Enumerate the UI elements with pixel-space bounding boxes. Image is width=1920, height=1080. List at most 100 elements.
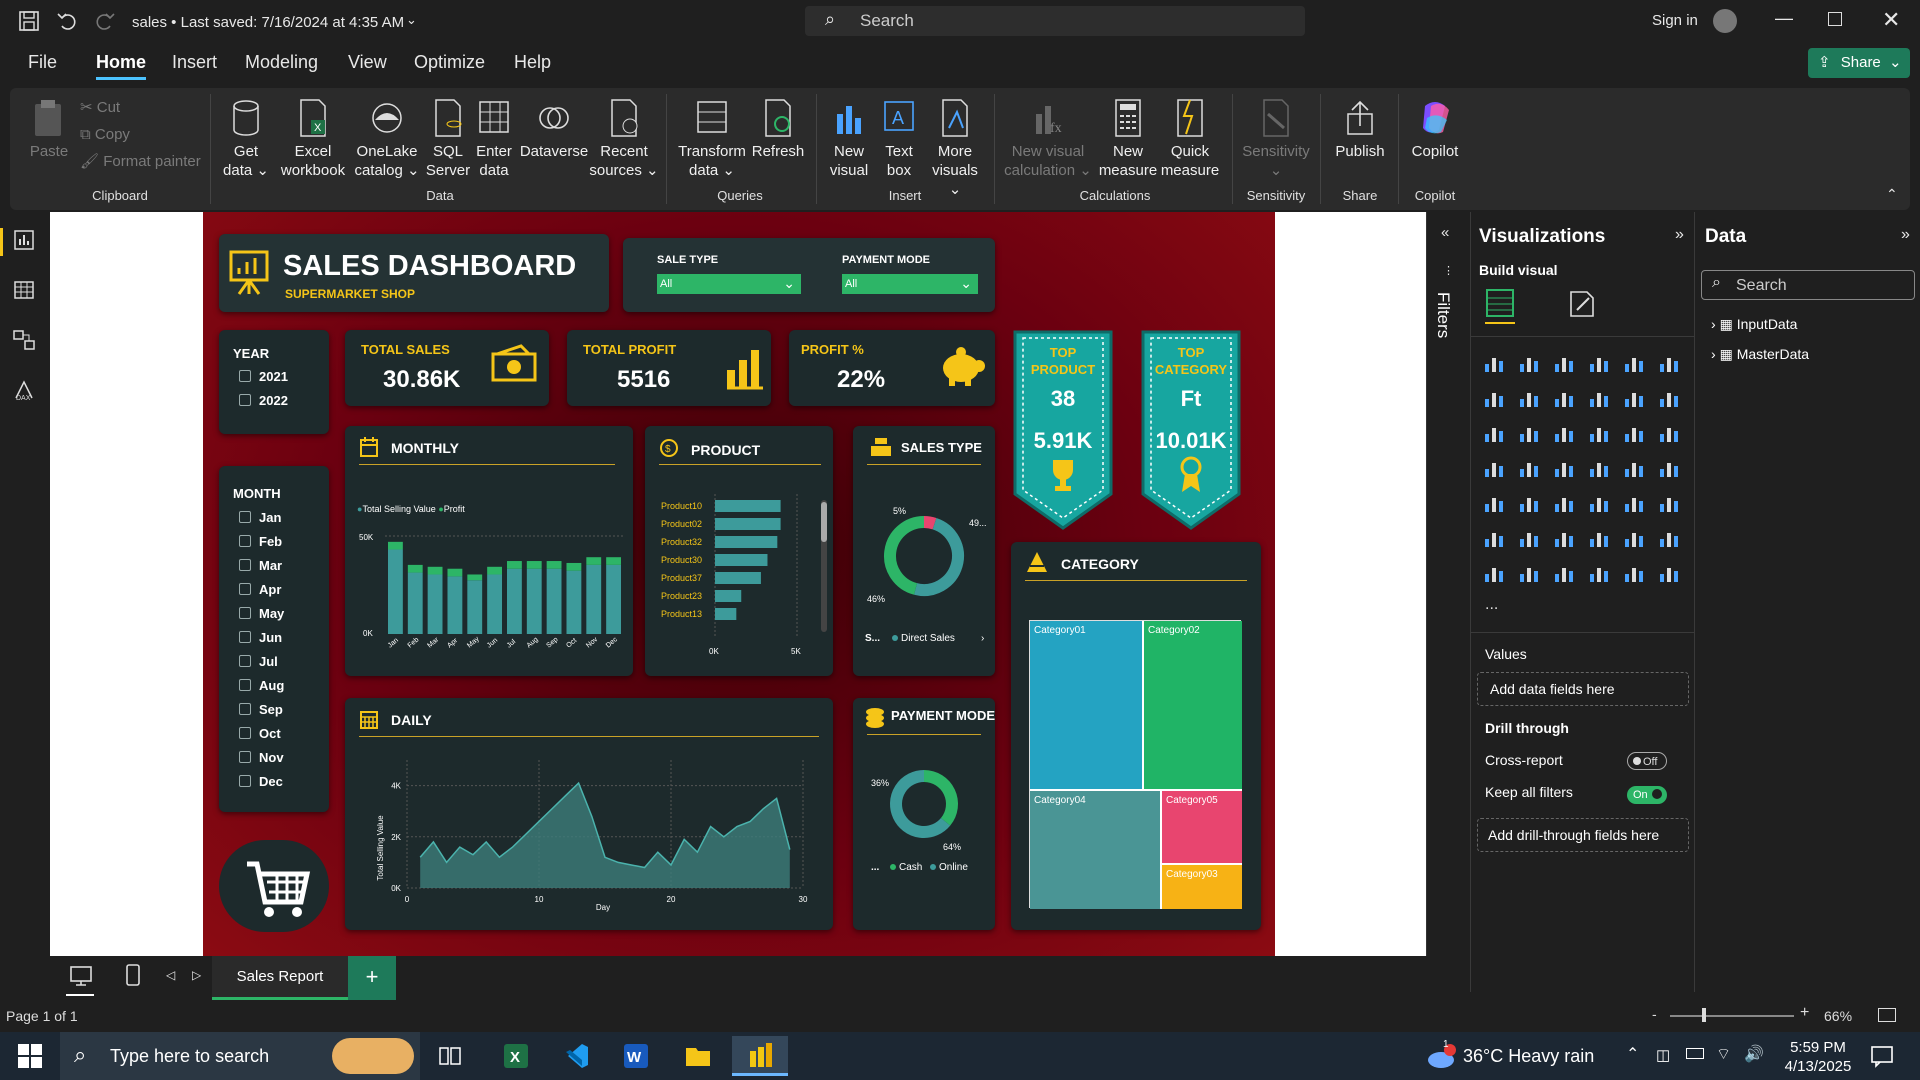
text-box-button[interactable]: A Text box <box>874 98 924 180</box>
menu-optimize[interactable]: Optimize <box>414 52 485 73</box>
copilot-button[interactable]: Copilot <box>1404 98 1466 161</box>
azure-map-icon[interactable] <box>1588 457 1610 479</box>
month-checkbox[interactable] <box>239 535 251 547</box>
power-apps-icon[interactable] <box>1518 562 1540 584</box>
treemap-tile[interactable]: Category02 <box>1144 621 1242 791</box>
word-app-icon[interactable]: W <box>608 1036 664 1076</box>
camera-icon[interactable]: ◫ <box>1656 1046 1670 1064</box>
format-painter-button[interactable]: 🖌 Format painter <box>80 152 201 171</box>
expand-filters-icon[interactable]: « <box>1441 224 1449 241</box>
model-view-icon[interactable] <box>12 328 36 357</box>
treemap-tile[interactable]: Category01 <box>1030 621 1144 791</box>
month-checkbox[interactable] <box>239 775 251 787</box>
product-bar[interactable] <box>715 554 768 566</box>
clustered-column-icon[interactable] <box>1588 352 1610 374</box>
bar-profit[interactable] <box>427 566 443 575</box>
month-checkbox[interactable] <box>239 631 251 643</box>
more-icon[interactable] <box>1658 562 1680 584</box>
bar-profit[interactable] <box>388 541 403 550</box>
copy-button[interactable]: ⧉ Copy <box>80 125 130 144</box>
month-checkbox[interactable] <box>239 655 251 667</box>
python-visual-icon[interactable] <box>1483 527 1505 549</box>
vscode-app-icon[interactable] <box>548 1036 604 1076</box>
bar-profit[interactable] <box>467 574 483 581</box>
treemap-tile[interactable]: Category03 <box>1162 865 1242 909</box>
add-page-button[interactable]: + <box>348 956 396 1000</box>
transform-data-button[interactable]: Transform data ⌄ <box>674 98 750 180</box>
bar-profit[interactable] <box>407 564 423 573</box>
gauge-icon[interactable] <box>1623 457 1645 479</box>
area-icon[interactable] <box>1518 387 1540 409</box>
ribbon-icon[interactable] <box>1483 422 1505 444</box>
weather-text[interactable]: 36°C Heavy rain <box>1463 1046 1594 1067</box>
bar-total-selling-value[interactable] <box>566 570 582 634</box>
month-checkbox[interactable] <box>239 511 251 523</box>
product-bar[interactable] <box>715 608 737 620</box>
stacked-area-icon[interactable] <box>1553 387 1575 409</box>
metrics-icon[interactable] <box>1658 527 1680 549</box>
menu-modeling[interactable]: Modeling <box>245 52 318 73</box>
taskbar-search-box[interactable]: ⌕ Type here to search <box>60 1032 420 1080</box>
line-column-icon[interactable] <box>1623 387 1645 409</box>
filters-label[interactable]: Filters <box>1433 292 1453 338</box>
decomposition-tree-icon[interactable] <box>1553 527 1575 549</box>
product-bar[interactable] <box>715 518 781 530</box>
save-icon[interactable] <box>18 10 40 37</box>
product-bar[interactable] <box>715 500 781 512</box>
collapse-pane-icon[interactable]: » <box>1901 226 1910 244</box>
donut-slice[interactable] <box>923 770 958 826</box>
slicer-icon[interactable] <box>1553 492 1575 514</box>
bar-profit[interactable] <box>566 562 582 571</box>
sign-in-link[interactable]: Sign in <box>1652 12 1698 29</box>
card-icon[interactable] <box>1658 457 1680 479</box>
table-icon[interactable] <box>1588 492 1610 514</box>
bar-total-selling-value[interactable] <box>467 580 483 634</box>
file-explorer-icon[interactable] <box>670 1036 726 1076</box>
keep-all-filters-toggle[interactable]: On <box>1627 786 1667 804</box>
quick-measure-button[interactable]: Quick measure <box>1160 98 1220 180</box>
pie-icon[interactable] <box>1623 422 1645 444</box>
stacked-column-icon[interactable] <box>1518 352 1540 374</box>
key-influencers-icon[interactable] <box>1518 527 1540 549</box>
waterfall-icon[interactable] <box>1518 422 1540 444</box>
prev-page-icon[interactable]: ◁ <box>166 968 175 982</box>
data-search-input[interactable]: ⌕ Search <box>1701 270 1915 300</box>
share-button[interactable]: ⇪ Share ⌄ <box>1808 48 1910 78</box>
year-checkbox-2021[interactable] <box>239 370 251 382</box>
weather-icon[interactable] <box>1426 1044 1456 1075</box>
month-checkbox[interactable] <box>239 679 251 691</box>
format-visual-tab-icon[interactable] <box>1567 288 1597 318</box>
bar-profit[interactable] <box>507 561 522 569</box>
new-visual-calculation-button[interactable]: fx New visual calculation ⌄ <box>1002 98 1094 180</box>
qa-icon[interactable] <box>1588 527 1610 549</box>
wifi-icon[interactable]: ⌔ <box>1716 1044 1731 1064</box>
report-view-icon[interactable] <box>12 228 36 257</box>
sensitivity-button[interactable]: Sensitivity ⌄ <box>1240 98 1312 180</box>
100pct-bar-icon[interactable] <box>1623 352 1645 374</box>
bar-total-selling-value[interactable] <box>447 576 463 634</box>
menu-file[interactable]: File <box>28 52 57 73</box>
clock[interactable]: 5:59 PM 4/13/2025 <box>1778 1038 1858 1076</box>
redo-icon[interactable] <box>94 10 116 37</box>
publish-button[interactable]: Publish <box>1328 98 1392 161</box>
zoom-out-icon[interactable]: - <box>1652 1006 1657 1022</box>
matrix-icon[interactable] <box>1623 492 1645 514</box>
search-input[interactable]: ⌕ Search <box>805 6 1305 36</box>
product-bar[interactable] <box>715 536 778 548</box>
bar-total-selling-value[interactable] <box>606 564 621 634</box>
arcgis-icon[interactable] <box>1588 562 1610 584</box>
task-view-icon[interactable] <box>422 1036 478 1076</box>
month-checkbox[interactable] <box>239 703 251 715</box>
zoom-slider[interactable] <box>1670 1015 1794 1017</box>
treemap-tile[interactable]: Category04 <box>1030 791 1162 909</box>
new-measure-button[interactable]: New measure <box>1098 98 1158 180</box>
onelake-catalog-button[interactable]: OneLake catalog ⌄ <box>352 98 422 180</box>
bar-total-selling-value[interactable] <box>546 568 562 634</box>
more-visuals-icon[interactable]: ... <box>1485 596 1498 614</box>
refresh-button[interactable]: Refresh <box>750 98 806 161</box>
map-icon[interactable] <box>1518 457 1540 479</box>
cross-report-toggle[interactable]: Off <box>1627 752 1667 770</box>
recent-sources-button[interactable]: Recent sources ⌄ <box>588 98 660 180</box>
power-automate-icon[interactable] <box>1553 562 1575 584</box>
bar-profit[interactable] <box>586 557 602 565</box>
